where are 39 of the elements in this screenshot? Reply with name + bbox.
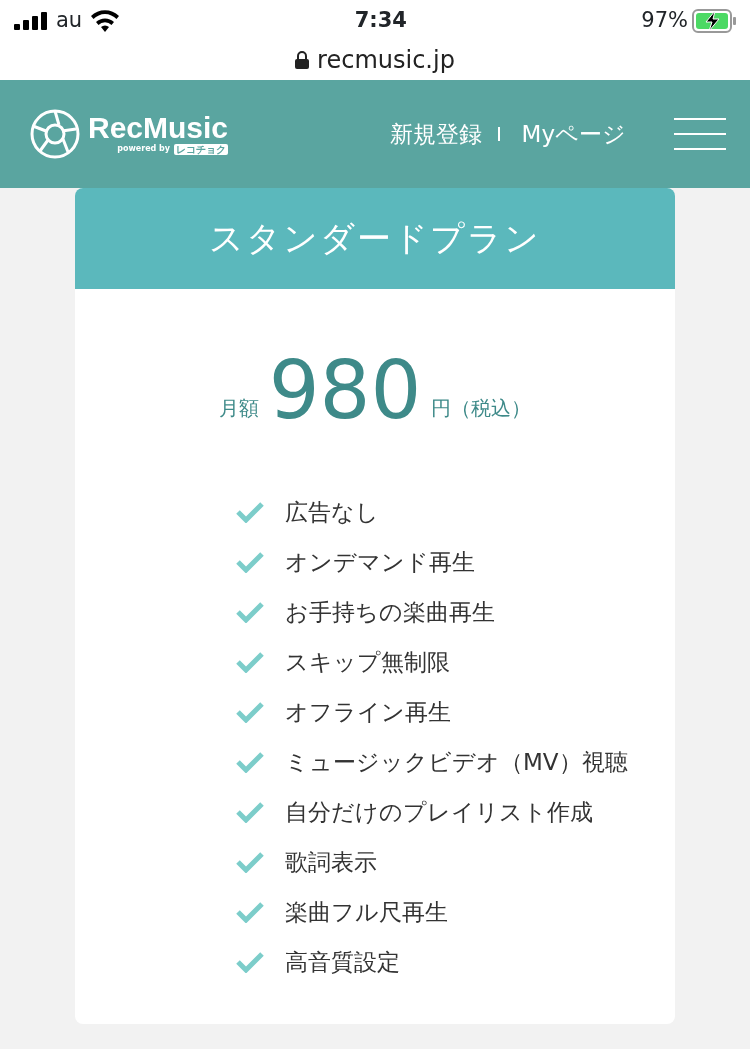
partner-logo: レコチョク <box>174 143 229 155</box>
wifi-icon <box>90 10 121 32</box>
check-icon <box>235 651 265 673</box>
check-icon <box>235 501 265 523</box>
feature-text: 歌詞表示 <box>285 847 377 877</box>
carrier-name: au <box>56 7 83 35</box>
price-suffix: 円（税込） <box>431 395 532 422</box>
feature-text: 広告なし <box>285 497 379 527</box>
signal-icon <box>14 12 48 30</box>
feature-text: オンデマンド再生 <box>285 547 475 577</box>
check-icon <box>235 801 265 823</box>
check-icon <box>235 951 265 973</box>
feature-text: お手持ちの楽曲再生 <box>285 597 495 627</box>
feature-text: オフライン再生 <box>285 697 451 727</box>
feature-text: ミュージックビデオ（MV）視聴 <box>285 747 628 777</box>
mypage-link[interactable]: Myページ <box>521 116 626 152</box>
logo-text: RecMusic <box>88 113 229 143</box>
plan-title: スタンダードプラン <box>75 188 675 289</box>
feature-text: 楽曲フル尺再生 <box>285 897 448 927</box>
price-amount: 980 <box>268 351 422 431</box>
check-icon <box>235 701 265 723</box>
clock-time: 7:34 <box>354 7 407 35</box>
check-icon <box>235 751 265 773</box>
check-icon <box>235 551 265 573</box>
check-icon <box>235 851 265 873</box>
signup-link[interactable]: 新規登録 <box>389 116 482 152</box>
battery-charging-icon <box>692 9 736 33</box>
powered-by-text: powered by <box>117 143 171 155</box>
lock-icon <box>295 51 310 69</box>
price-prefix: 月額 <box>218 395 259 422</box>
feature-text: スキップ無制限 <box>285 647 450 677</box>
check-icon <box>235 601 265 623</box>
logo-icon <box>30 109 80 159</box>
menu-button[interactable] <box>674 118 726 150</box>
battery-percent: 97% <box>641 7 688 35</box>
feature-text: 自分だけのプレイリスト作成 <box>285 797 593 827</box>
check-icon <box>235 901 265 923</box>
url-text: recmusic.jp <box>317 45 455 76</box>
feature-text: 高音質設定 <box>285 947 400 977</box>
